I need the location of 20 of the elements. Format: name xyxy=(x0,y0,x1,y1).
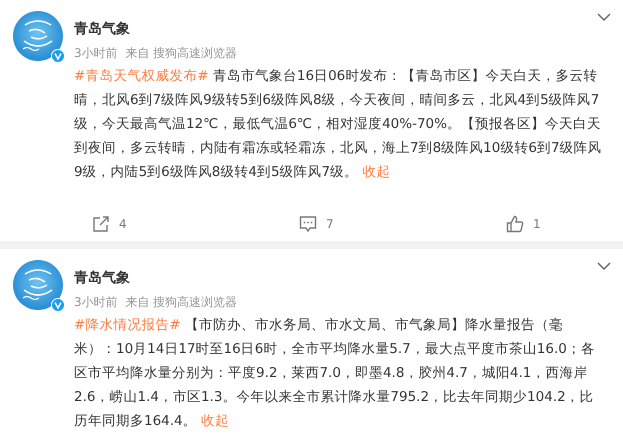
hashtag-link[interactable]: #降水情况报告# xyxy=(74,317,181,333)
author-name[interactable]: 青岛气象 xyxy=(74,19,238,39)
chevron-down-icon[interactable] xyxy=(597,262,611,271)
post-text: #降水情况报告# 【市防办、市水务局、市水文局、市气象局】降水量报告（毫米）：10月14日17时至16日6时，全市平均降水量5.7，最大点平度市茶山16.0；各区市平均降水量分别为：平度9.2，莱西7.0，即墨4.8，胶州4.7，城阳4.1，西海岸2.6，崂山1.4，市区1.3。今年以来全市累计降水量795.2，比去年同期少104.2，比历年同期多164.4。 收起 xyxy=(74,316,596,431)
post-meta: 3小时前 来自 搜狗高速浏览器 xyxy=(74,45,238,62)
collapse-link[interactable]: 收起 xyxy=(200,413,229,429)
chevron-down-icon[interactable] xyxy=(597,13,611,22)
hashtag-link[interactable]: #青岛天气权威发布# xyxy=(74,68,209,84)
share-count: 4 xyxy=(119,217,127,231)
thumbs-up-icon[interactable] xyxy=(506,215,524,233)
collapse-link[interactable]: 收起 xyxy=(362,164,390,180)
avatar-logo-icon[interactable] xyxy=(13,11,63,61)
comment-count: 7 xyxy=(326,217,334,231)
post-meta: 3小时前 来自 搜狗高速浏览器 xyxy=(74,294,238,311)
comment-icon[interactable] xyxy=(299,215,317,233)
share-icon[interactable] xyxy=(92,215,110,233)
post-text: #青岛天气权威发布# 青岛市气象台16日06时发布：【青岛市区】今天白天，多云转晴，北风6到7级阵风9级转5到6级阵风8级，今天夜间，晴间多云，北风4到5级阵风7级，今天最高气温12℃，最低气温6℃，相对湿度40%-70%。【预报各区】今天白天到夜间，多云转晴，内陆有霜冻或轻霜冻，北风，海上7到8级阵风10级转6到7级阵风9级，内陆5到6级阵风8级转4到5级阵风7级。 收起 xyxy=(74,67,603,182)
author-name[interactable]: 青岛气象 xyxy=(74,268,238,288)
like-count: 1 xyxy=(533,217,541,231)
avatar-logo-icon[interactable] xyxy=(13,260,63,310)
